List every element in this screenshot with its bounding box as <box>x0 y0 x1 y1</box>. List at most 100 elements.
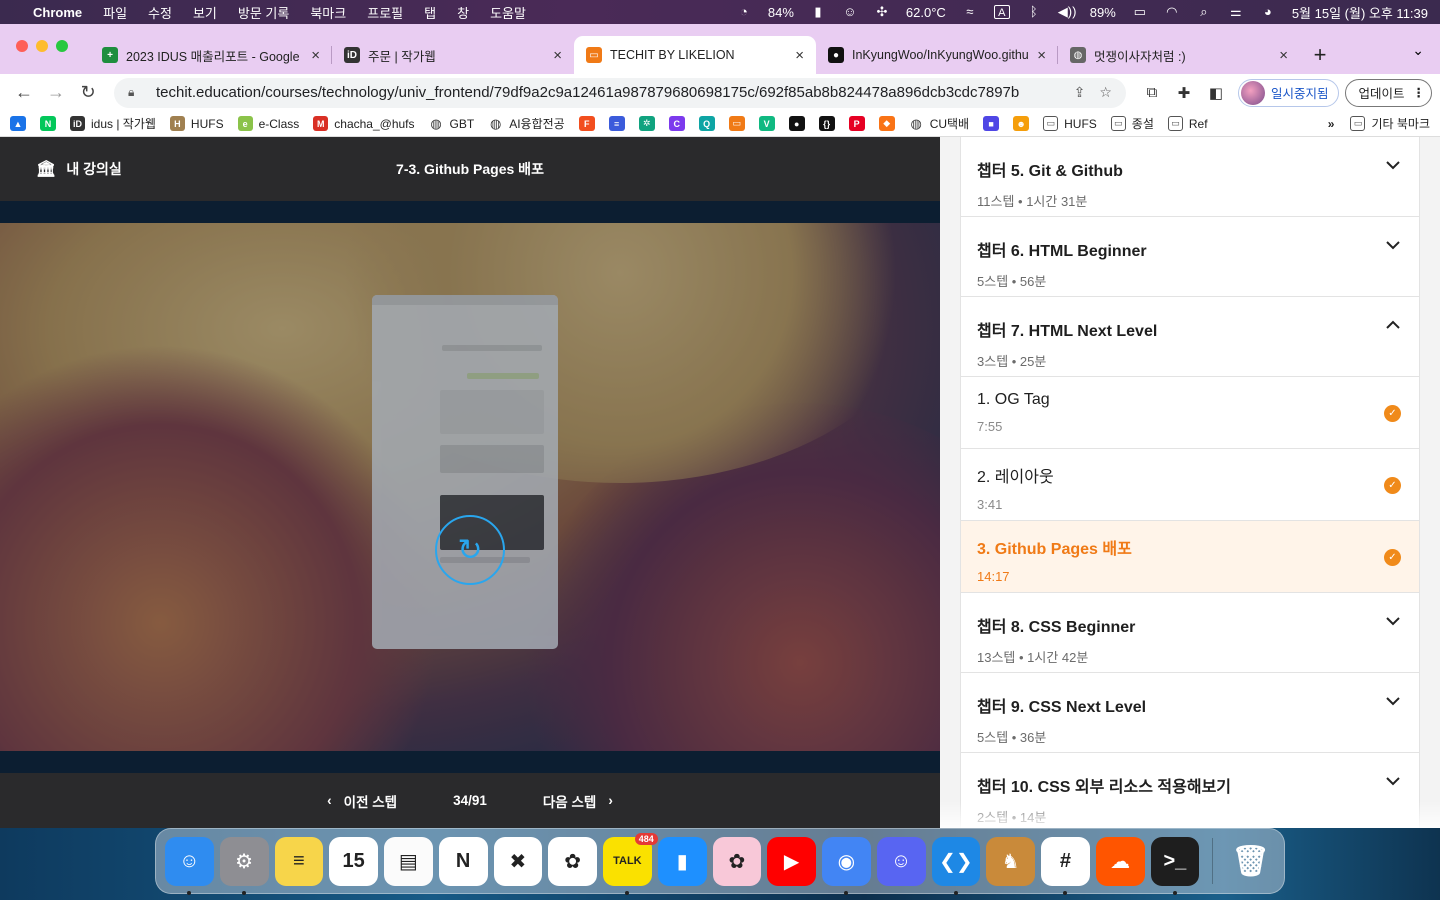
stats-icon[interactable]: ◔ <box>736 5 752 19</box>
minimize-window-button[interactable] <box>36 40 48 52</box>
browser-tab[interactable]: ● InKyungWoo/InKyungWoo.githu × <box>816 36 1058 74</box>
bookmark-item[interactable]: ▭ Ref <box>1167 116 1208 131</box>
chapter-row[interactable]: 챕터 9. CSS Next Level 5스텝 • 36분 <box>961 673 1419 753</box>
lock-icon[interactable]: 🔒︎ <box>128 85 142 100</box>
share-icon[interactable]: ⇪ <box>1074 84 1086 101</box>
forward-button[interactable]: → <box>40 79 72 107</box>
bookmark-app-icon[interactable]: ▮ <box>657 836 707 886</box>
menu-item[interactable]: 프로필 <box>367 3 403 22</box>
chrome-icon[interactable]: ◉ <box>822 836 871 895</box>
sakura-icon[interactable]: ✿ <box>712 836 762 886</box>
notion-icon[interactable]: N <box>438 836 488 886</box>
bookmark-item[interactable]: ◆ <box>878 116 895 131</box>
bookmark-item[interactable]: F <box>578 116 595 131</box>
tab-search-chevron-icon[interactable]: ⌄ <box>1412 42 1424 59</box>
bookmark-item[interactable]: ✲ <box>638 116 655 131</box>
browser-tab[interactable]: ▭ TECHIT BY LIKELION × <box>574 36 816 74</box>
bookmark-item[interactable]: ≡ <box>608 116 625 131</box>
bookmark-item[interactable]: {} <box>818 116 835 131</box>
siri-icon[interactable]: ◕ <box>1260 5 1276 19</box>
input-source-icon[interactable]: A <box>993 5 1010 19</box>
bookmark-item[interactable]: ▭ 종설 <box>1110 115 1154 132</box>
step-row[interactable]: 3. Github Pages 배포 14:17 ✓ <box>961 521 1419 593</box>
bookmark-item[interactable]: ● <box>788 116 805 131</box>
spotlight-icon[interactable]: ⌕ <box>1196 5 1212 19</box>
step-row[interactable]: 2. 레이아웃 3:41 ✓ <box>961 449 1419 521</box>
bookmark-icon[interactable]: ▮ <box>810 5 826 19</box>
bookmark-item[interactable]: V <box>758 116 775 131</box>
bookmark-item[interactable]: ◍ GBT <box>429 116 474 131</box>
chevron-down-icon[interactable] <box>1385 157 1401 173</box>
chevron-down-icon[interactable] <box>1385 613 1401 629</box>
close-window-button[interactable] <box>16 40 28 52</box>
close-tab-icon[interactable]: × <box>553 47 562 64</box>
soundcloud-icon[interactable]: ☁ <box>1095 836 1145 886</box>
other-bookmarks-folder[interactable]: ▭ 기타 북마크 <box>1350 115 1430 132</box>
menu-item[interactable]: 수정 <box>148 3 172 22</box>
more-bookmarks-button[interactable]: » <box>1328 117 1335 131</box>
browser-tab[interactable]: ◍ 멋쟁이사자처럼 :) × <box>1058 36 1300 74</box>
bookmark-item[interactable]: iD idus | 작가웹 <box>70 115 156 132</box>
terminal-icon[interactable]: >_ <box>1150 836 1200 895</box>
bookmark-star-icon[interactable]: ☆ <box>1099 84 1112 101</box>
menu-item[interactable]: 파일 <box>103 3 127 22</box>
chevron-down-icon[interactable] <box>1385 693 1401 709</box>
stickies-icon[interactable]: ≡ <box>274 836 324 886</box>
chevron-down-icon[interactable] <box>1385 773 1401 789</box>
chapter-row[interactable]: 챕터 5. Git & Github 11스텝 • 1시간 31분 <box>961 137 1419 217</box>
bookmark-item[interactable]: ☻ <box>1013 116 1030 131</box>
bookmark-item[interactable]: ▲ <box>10 116 26 131</box>
bookmark-item[interactable]: Q <box>698 116 715 131</box>
bookmark-item[interactable]: H HUFS <box>169 116 224 131</box>
zoom-window-button[interactable] <box>56 40 68 52</box>
new-tab-button[interactable]: + <box>1300 36 1340 74</box>
browser-tab[interactable]: iD 주문 | 작가웹 × <box>332 36 574 74</box>
calendar-icon[interactable]: 15 <box>329 836 378 886</box>
menu-item[interactable]: 방문 기록 <box>238 3 289 22</box>
menu-item[interactable]: 창 <box>457 3 469 22</box>
update-button[interactable]: 업데이트 ⋮ <box>1345 78 1432 107</box>
kakaotalk-icon[interactable]: TALK 484 <box>603 832 658 895</box>
menu-item[interactable]: 보기 <box>193 3 217 22</box>
video-area[interactable]: ↻ <box>0 201 940 773</box>
menu-item[interactable]: 도움말 <box>490 3 526 22</box>
discord-icon[interactable]: ☺ <box>876 836 926 886</box>
app-menu[interactable]: Chrome <box>33 5 82 20</box>
bookmark-item[interactable]: ◍ CU택배 <box>909 115 970 132</box>
chevron-down-icon[interactable] <box>1385 237 1401 253</box>
chapter-row[interactable]: 챕터 8. CSS Beginner 13스텝 • 1시간 42분 <box>961 593 1419 673</box>
bookmark-item[interactable]: P <box>848 116 865 131</box>
address-bar[interactable]: 🔒︎ techit.education/courses/technology/u… <box>114 77 1126 108</box>
bluetooth-icon[interactable]: ᛒ <box>1026 5 1042 19</box>
extensions-icon[interactable]: ✚ <box>1168 79 1200 107</box>
bookmark-item[interactable]: ▭ HUFS <box>1043 116 1097 131</box>
close-tab-icon[interactable]: × <box>795 47 804 64</box>
reload-button[interactable]: ↻ <box>72 79 104 107</box>
notes-icon[interactable]: ▤ <box>384 836 433 886</box>
browser-tab[interactable]: +2023 IDUS 매출리포트 - Google × <box>90 36 332 74</box>
profile-button[interactable]: 일시중지됨 <box>1237 78 1340 107</box>
kebab-menu-icon[interactable]: ⋮ <box>1413 85 1426 100</box>
trash-icon[interactable]: 🗑 <box>1226 837 1275 886</box>
clock[interactable]: 5월 15일 (월) 오후 11:39 <box>1292 3 1428 22</box>
finder-status-icon[interactable]: ☺ <box>842 5 858 19</box>
slack-icon[interactable]: # <box>1041 836 1090 895</box>
step-row[interactable]: 1. OG Tag 7:55 ✓ <box>961 377 1419 449</box>
menu-item[interactable]: 북마크 <box>310 3 346 22</box>
vscode-icon[interactable]: ❮❯ <box>931 836 981 895</box>
side-panel-icon[interactable]: ◧ <box>1200 79 1232 107</box>
close-tab-icon[interactable]: × <box>1037 47 1046 64</box>
bookmark-item[interactable]: C <box>668 116 685 131</box>
url-text[interactable]: techit.education/courses/technology/univ… <box>156 84 1060 101</box>
my-classroom-link[interactable]: 🏛︎ 내 강의실 <box>36 159 122 179</box>
battery-icon[interactable]: ▭ <box>1132 5 1148 19</box>
photos-icon[interactable]: ✿ <box>548 836 597 886</box>
system-settings-icon[interactable]: ⚙ <box>219 836 269 895</box>
next-step-button[interactable]: 다음 스텝 › <box>543 791 613 811</box>
bookmark-item[interactable]: ■ <box>983 116 1000 131</box>
prev-step-button[interactable]: ‹ 이전 스텝 <box>327 791 397 811</box>
youtube-icon[interactable]: ▶ <box>767 836 816 886</box>
menu-item[interactable]: 탭 <box>424 3 436 22</box>
bookmark-item[interactable]: ▭ <box>728 116 745 131</box>
fan-icon[interactable]: ✣ <box>874 5 890 19</box>
